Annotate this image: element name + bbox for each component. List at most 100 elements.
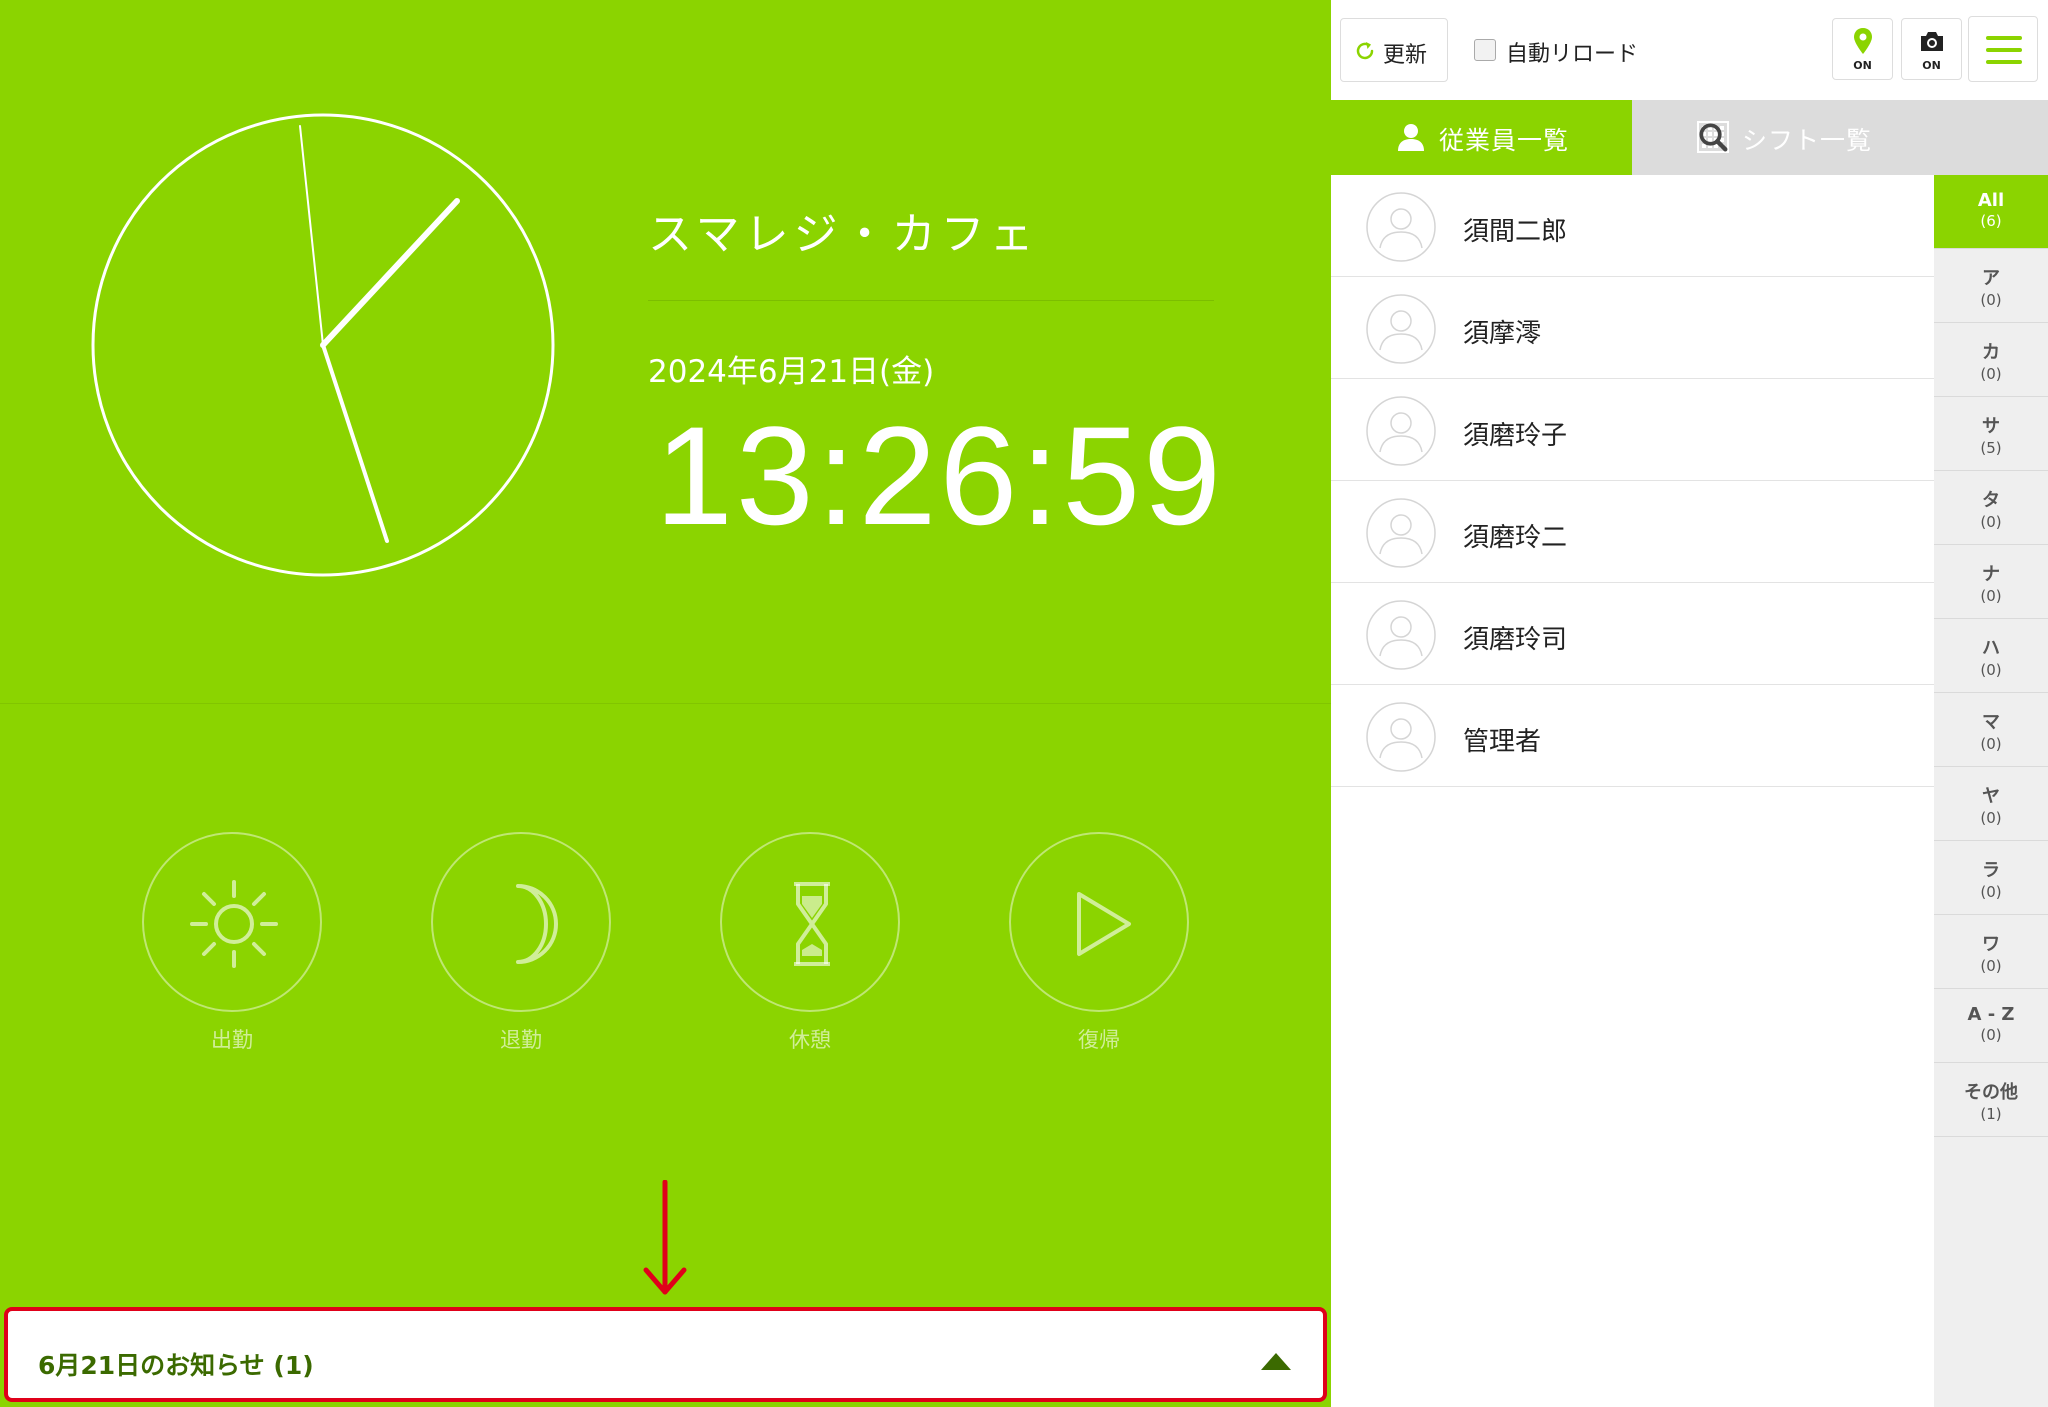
location-status: ON — [1853, 59, 1872, 72]
refresh-icon — [1356, 42, 1374, 60]
employee-name: 須磨玲二 — [1463, 523, 1568, 553]
index-item-ha[interactable]: ハ (0) — [1934, 619, 2048, 693]
index-count: (5) — [1980, 439, 2002, 457]
break-circle[interactable] — [720, 832, 900, 1012]
index-key: ワ — [1982, 934, 2000, 955]
avatar-icon — [1366, 192, 1436, 262]
index-count: (1) — [1980, 1105, 2002, 1123]
index-item-na[interactable]: ナ (0) — [1934, 545, 2048, 619]
refresh-button[interactable]: 更新 — [1340, 18, 1448, 82]
clock-in-button[interactable]: 出勤 — [142, 832, 322, 1054]
tab-employees-label: 従業員一覧 — [1439, 126, 1570, 155]
store-name: スマレジ・カフェ — [648, 209, 1039, 260]
notice-title: 6月21日のお知らせ (1) — [38, 1351, 314, 1380]
auto-reload-label: 自動リロード — [1506, 42, 1639, 67]
person-icon — [1398, 124, 1424, 151]
digital-time: 13:26:59 — [655, 397, 1224, 554]
employee-name: 須磨玲司 — [1463, 625, 1568, 655]
tab-bar: 従業員一覧 シフト一覧 — [1331, 100, 2048, 175]
notice-bar[interactable]: 6月21日のお知らせ (1) — [4, 1307, 1327, 1402]
auto-reload-checkbox[interactable] — [1474, 39, 1496, 61]
avatar-icon — [1366, 396, 1436, 466]
employee-row[interactable]: 須磨玲司 — [1331, 583, 1934, 685]
employee-row[interactable]: 須摩澪 — [1331, 277, 1934, 379]
hourglass-icon — [794, 882, 830, 966]
index-count: (6) — [1980, 212, 2002, 230]
index-item-az[interactable]: A - Z (0) — [1934, 989, 2048, 1063]
clock-out-label: 退勤 — [500, 1028, 542, 1052]
index-item-ka[interactable]: カ (0) — [1934, 323, 2048, 397]
toolbar: 更新 自動リロード ON ON — [1331, 0, 2048, 100]
index-item-a[interactable]: ア (0) — [1934, 249, 2048, 323]
employee-name: 須磨玲子 — [1463, 421, 1568, 451]
hamburger-menu-button[interactable] — [1968, 16, 2038, 82]
clock-panel: スマレジ・カフェ 2024年6月21日(金) 13:26:59 出勤 退勤 休憩… — [0, 0, 1331, 1407]
employee-panel: 更新 自動リロード ON ON 従業員一覧 シフト一覧 須間二郎 須摩澪 須磨玲… — [1331, 0, 2048, 1407]
employee-row[interactable]: 須磨玲子 — [1331, 379, 1934, 481]
menu-bar-icon — [1986, 48, 2022, 52]
camera-status: ON — [1922, 59, 1941, 72]
minute-hand — [321, 343, 389, 543]
index-count: (0) — [1980, 587, 2002, 605]
return-label: 復帰 — [1078, 1028, 1120, 1052]
employee-row[interactable]: 管理者 — [1331, 685, 1934, 787]
employee-name: 須間二郎 — [1463, 217, 1568, 247]
avatar-icon — [1366, 294, 1436, 364]
tab-employees[interactable]: 従業員一覧 — [1331, 100, 1632, 175]
index-item-ta[interactable]: タ (0) — [1934, 471, 2048, 545]
index-count: (0) — [1980, 735, 2002, 753]
second-hand — [299, 125, 324, 346]
search-icon[interactable] — [1697, 121, 1729, 153]
index-count: (0) — [1980, 513, 2002, 531]
employee-row[interactable]: 須間二郎 — [1331, 175, 1934, 277]
employee-row[interactable]: 須磨玲二 — [1331, 481, 1934, 583]
employee-name: 管理者 — [1463, 727, 1542, 757]
location-button[interactable]: ON — [1832, 18, 1893, 80]
index-key: A - Z — [1967, 1004, 2015, 1025]
avatar-icon — [1366, 498, 1436, 568]
index-key: タ — [1982, 490, 2000, 511]
sun-icon — [190, 880, 278, 968]
camera-button[interactable]: ON — [1901, 18, 1962, 80]
index-item-other[interactable]: その他 (1) — [1934, 1063, 2048, 1137]
camera-icon — [1921, 32, 1943, 51]
refresh-label: 更新 — [1383, 43, 1428, 68]
menu-bar-icon — [1986, 60, 2022, 64]
index-key: サ — [1982, 416, 2000, 437]
current-date: 2024年6月21日(金) — [648, 354, 935, 390]
kana-index: All (6) ア (0) カ (0) サ (5) タ (0) ナ (0) ハ (0) マ (0… — [1934, 175, 2048, 1407]
index-item-sa[interactable]: サ (5) — [1934, 397, 2048, 471]
employee-list: 須間二郎 須摩澪 須磨玲子 須磨玲二 須磨玲司 管理者 — [1331, 175, 1934, 787]
tab-shifts[interactable]: シフト一覧 — [1632, 100, 2048, 175]
index-count: (0) — [1980, 291, 2002, 309]
index-item-ra[interactable]: ラ (0) — [1934, 841, 2048, 915]
index-item-wa[interactable]: ワ (0) — [1934, 915, 2048, 989]
index-count: (0) — [1980, 809, 2002, 827]
return-button[interactable]: 復帰 — [1009, 832, 1189, 1054]
index-count: (0) — [1980, 365, 2002, 383]
clock-in-label: 出勤 — [211, 1028, 253, 1052]
index-item-ma[interactable]: マ (0) — [1934, 693, 2048, 767]
index-count: (0) — [1980, 661, 2002, 679]
break-button[interactable]: 休憩 — [720, 832, 900, 1054]
clock-out-button[interactable]: 退勤 — [431, 832, 611, 1054]
index-key: その他 — [1964, 1082, 2018, 1103]
avatar-icon — [1366, 600, 1436, 670]
clock-out-circle[interactable] — [431, 832, 611, 1012]
divider — [648, 300, 1214, 301]
location-pin-icon — [1854, 28, 1872, 54]
moon-icon — [516, 884, 558, 964]
index-item-ya[interactable]: ヤ (0) — [1934, 767, 2048, 841]
clock-in-circle[interactable] — [142, 832, 322, 1012]
menu-bar-icon — [1986, 36, 2022, 40]
return-circle[interactable] — [1009, 832, 1189, 1012]
expand-triangle-icon[interactable] — [1261, 1353, 1291, 1370]
index-count: (0) — [1980, 957, 2002, 975]
avatar-icon — [1366, 702, 1436, 772]
index-count: (0) — [1980, 883, 2002, 901]
employee-name: 須摩澪 — [1463, 319, 1542, 349]
index-item-all[interactable]: All (6) — [1934, 175, 2048, 249]
index-key: ハ — [1982, 638, 2000, 659]
play-icon — [1077, 892, 1131, 956]
down-arrow-annotation — [643, 1180, 687, 1295]
